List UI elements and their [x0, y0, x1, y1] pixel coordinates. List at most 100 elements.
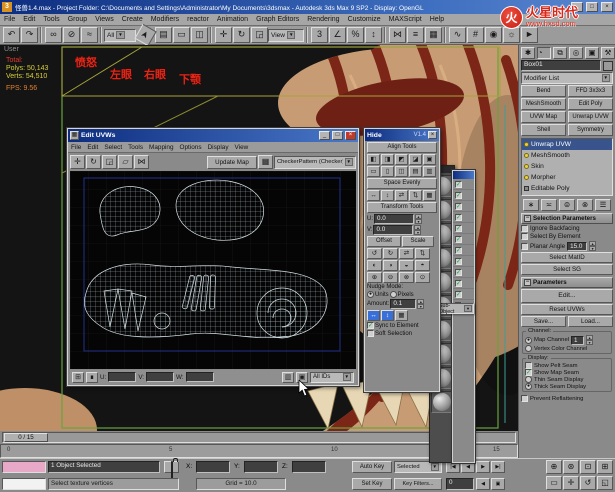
planar-angle-checkbox[interactable] [521, 242, 528, 250]
nudge-right-icon[interactable]: ↕ [381, 310, 394, 321]
pan-icon[interactable]: ✛ [563, 476, 579, 490]
show-map-toggle-icon[interactable]: ▦ [258, 155, 273, 169]
uv-scale-icon[interactable]: ◲ [102, 155, 117, 169]
object-color-swatch[interactable] [603, 60, 613, 71]
stack-item-editable-poly[interactable]: Editable Poly [522, 183, 612, 194]
auto-key-button[interactable]: Auto Key [352, 461, 392, 473]
uvw-close-button[interactable]: × [345, 131, 356, 140]
uvw-menu-options[interactable]: Options [177, 144, 205, 151]
z-coordinate-field[interactable] [292, 461, 326, 473]
u-coordinate-field[interactable] [108, 372, 137, 382]
map-channel-radio[interactable]: ● [525, 336, 532, 344]
stack-item-meshsmooth[interactable]: MeshSmooth [522, 150, 612, 161]
lock-selection-icon[interactable] [164, 461, 179, 480]
transform-preset-icon[interactable]: ◒ [399, 260, 414, 271]
menu-file[interactable]: File [0, 16, 19, 23]
bind-spacewarp-icon[interactable]: ≈ [81, 27, 98, 43]
hide-u-spinner[interactable]: ▲ ▼ [415, 214, 422, 224]
undo-icon[interactable]: ↶ [3, 27, 20, 43]
uvw-menu-display[interactable]: Display [205, 144, 232, 151]
modifier-button-uvwmap[interactable]: UVW Map [521, 111, 566, 123]
sync-to-element-checkbox[interactable]: ✓ [367, 322, 374, 329]
edit-uvws-titlebar[interactable]: ▦ Edit UVWs _ □ × [68, 129, 358, 142]
uvw-menu-file[interactable]: File [68, 144, 84, 151]
selection-filter-dropdown[interactable]: All ▼ [104, 28, 136, 42]
map-toggle-checkbox[interactable]: ✓ [455, 290, 462, 298]
material-slot[interactable] [431, 391, 453, 413]
uv-canvas[interactable] [70, 171, 356, 369]
menu-reactor[interactable]: reactor [183, 16, 213, 23]
schematic-view-icon[interactable]: # [467, 27, 484, 43]
align-right-icon[interactable]: ◨ [381, 154, 394, 165]
transform-preset-icon[interactable]: ◑ [383, 260, 398, 271]
maximize-viewport-icon[interactable]: ◱ [597, 476, 613, 490]
transform-preset-icon[interactable]: ◐ [367, 260, 382, 271]
key-filters-button[interactable]: Key Filters... [394, 478, 442, 490]
hide-v-spinner[interactable]: ▲ ▼ [414, 225, 422, 235]
transform-preset-icon[interactable]: ⊕ [367, 272, 382, 283]
uv-mirror-icon[interactable]: ⋈ [134, 155, 149, 169]
align-center-icon[interactable]: ▣ [423, 154, 436, 165]
align-left-icon[interactable]: ◧ [367, 154, 380, 165]
menu-views[interactable]: Views [91, 16, 118, 23]
current-frame-field[interactable]: 0 [446, 478, 474, 490]
align-bottom-icon[interactable]: ◪ [409, 154, 422, 165]
modifier-button-meshsmooth[interactable]: MeshSmooth [521, 98, 566, 110]
menu-maxscript[interactable]: MAXScript [385, 16, 426, 23]
uvw-menu-mapping[interactable]: Mapping [146, 144, 177, 151]
uv-move-icon[interactable]: ✛ [70, 155, 85, 169]
menu-graph-editors[interactable]: Graph Editors [252, 16, 303, 23]
hide-u-field[interactable]: 0.0 [374, 214, 414, 224]
pixels-radio[interactable] [389, 291, 397, 298]
planar-angle-field[interactable]: 15.0 [567, 241, 588, 251]
hide-tool-titlebar[interactable]: Hide V1.4 × [365, 129, 439, 141]
tab-hierarchy[interactable]: ⧉ [553, 47, 567, 59]
space-grid-icon[interactable]: ▦ [423, 190, 436, 201]
tab-modify[interactable]: ◔ [537, 47, 551, 59]
zoom-icon[interactable]: ⊕ [546, 460, 562, 474]
save-uvws-button[interactable]: Save... [521, 316, 566, 327]
uv-freeform-icon[interactable]: ▱ [118, 155, 133, 169]
select-by-element-checkbox[interactable] [521, 233, 528, 240]
space-x-icon[interactable]: ⇄ [395, 190, 408, 201]
snap-toggle-icon[interactable]: 3 [311, 27, 328, 43]
maxscript-mini-listener-white[interactable] [2, 478, 46, 490]
percent-snap-icon[interactable]: % [347, 27, 364, 43]
unlink-icon[interactable]: ⊘ [63, 27, 80, 43]
menu-help[interactable]: Help [426, 16, 448, 23]
planar-angle-spinner[interactable]: ▲ ▼ [589, 241, 597, 251]
soft-selection-checkbox[interactable] [367, 330, 374, 337]
transform-preset-icon[interactable]: ⊙ [415, 272, 430, 283]
w-coordinate-field[interactable] [185, 372, 214, 382]
configure-modifier-sets-icon[interactable]: ☰ [595, 199, 611, 211]
rotate-cw-icon[interactable]: ↻ [383, 248, 398, 259]
align-top-icon[interactable]: ◩ [395, 154, 408, 165]
select-matid-button[interactable]: Select MatID [521, 252, 613, 263]
offset-button[interactable]: Offset [367, 236, 401, 247]
units-radio[interactable]: ● [367, 291, 374, 298]
menu-tools[interactable]: Tools [39, 16, 63, 23]
modifier-button-unwrapuvw[interactable]: Unwrap UVW [568, 111, 613, 123]
uvw-menu-edit[interactable]: Edit [84, 144, 101, 151]
select-move-icon[interactable]: ✛ [215, 27, 232, 43]
select-object-icon[interactable]: ➤ [134, 23, 157, 47]
map-toggle-checkbox[interactable]: ✓ [455, 235, 462, 243]
remove-modifier-icon[interactable]: ⊗ [577, 199, 593, 211]
uvw-menu-view[interactable]: View [232, 144, 252, 151]
menu-create[interactable]: Create [118, 16, 147, 23]
nudge-left-icon[interactable]: ↔ [367, 310, 380, 321]
amount-spinner[interactable]: ▲ ▼ [417, 299, 425, 309]
parameters-rollout[interactable]: − Parameters [521, 277, 613, 288]
angle-snap-icon[interactable]: ∠ [329, 27, 346, 43]
make-unique-icon[interactable]: ⊜ [559, 199, 575, 211]
go-to-end-button[interactable]: ▶| [491, 461, 505, 473]
menu-group[interactable]: Group [64, 16, 91, 23]
modifier-button-ffd[interactable]: FFD 3x3x3 [568, 85, 613, 97]
show-map-seam-checkbox[interactable]: ✓ [525, 369, 532, 376]
zoom-extents-all-icon[interactable]: ⊞ [597, 460, 613, 474]
space-h-icon[interactable]: ↔ [367, 190, 380, 201]
set-key-button[interactable]: Set Key [352, 478, 392, 490]
space-v-icon[interactable]: ↕ [381, 190, 394, 201]
y-coordinate-field[interactable] [244, 461, 278, 473]
modifier-list-dropdown[interactable]: Modifier List ▼ [521, 72, 613, 84]
